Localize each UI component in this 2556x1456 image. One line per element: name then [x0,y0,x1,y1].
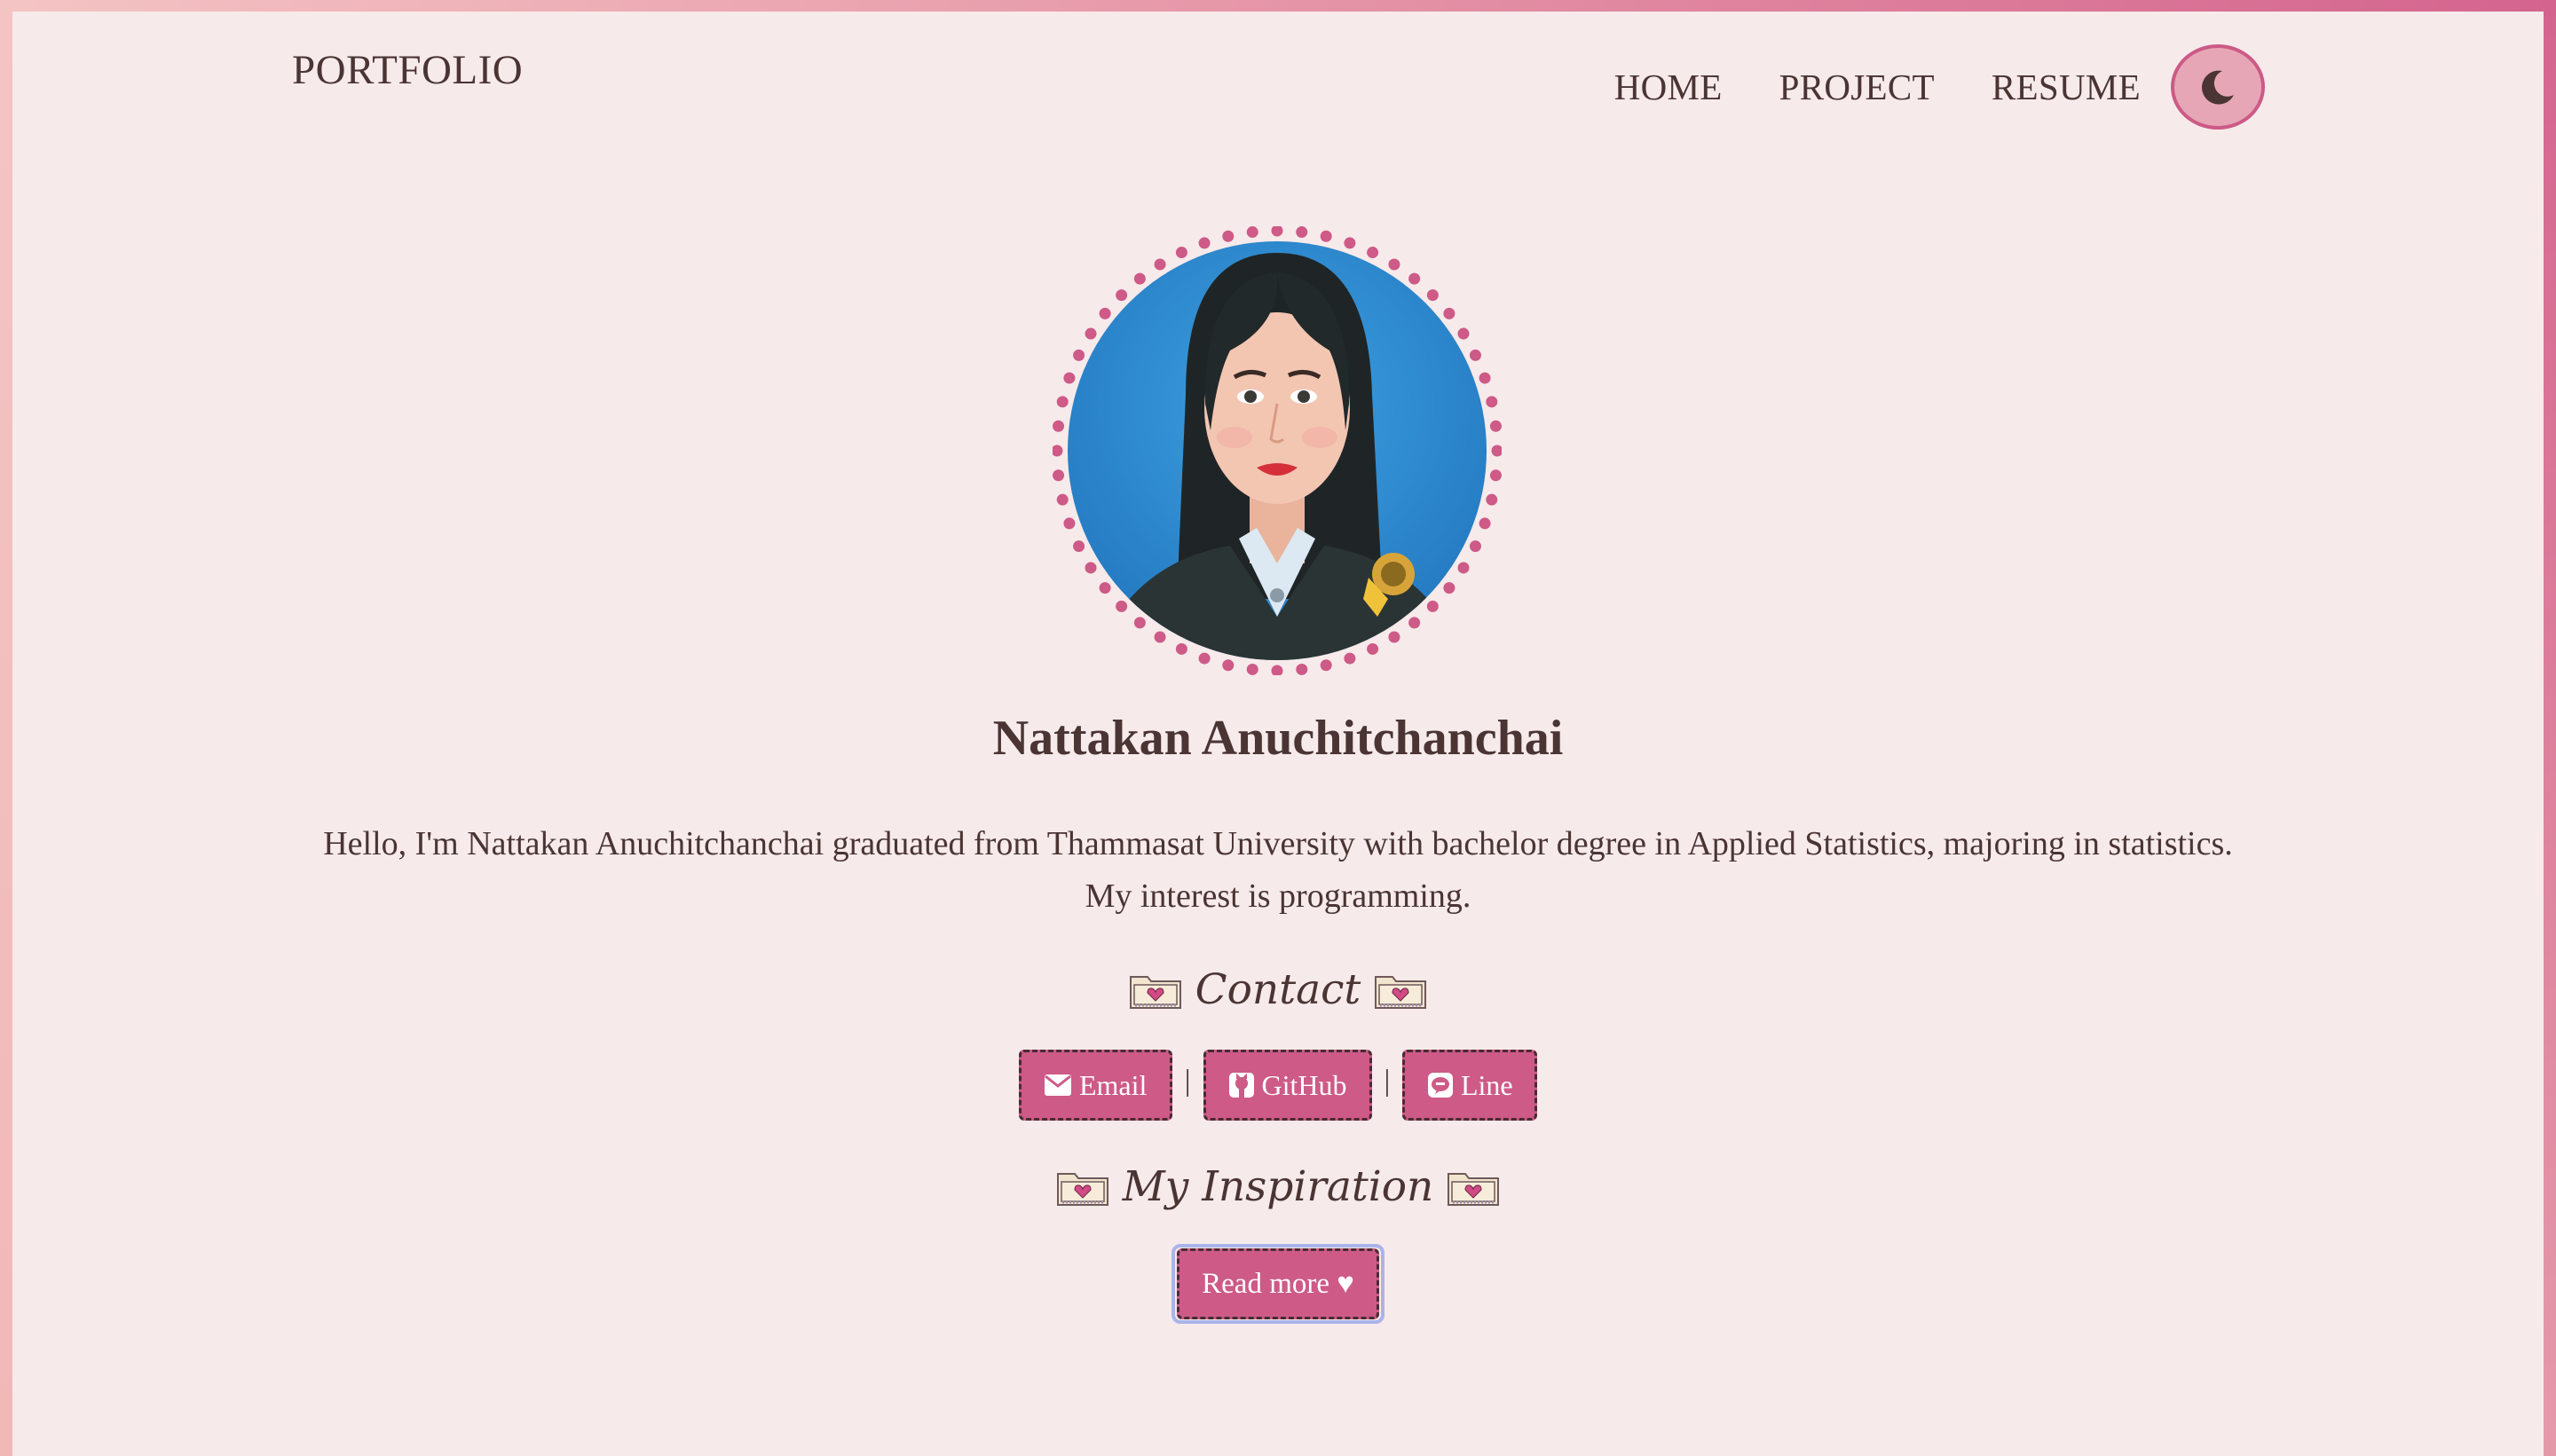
ring-dot [1486,396,1498,408]
line-label: Line [1460,1068,1513,1101]
nav-resume[interactable]: RESUME [1992,66,2141,108]
theme-toggle-button[interactable] [2171,44,2265,130]
ring-dot [1408,617,1421,629]
ring-dot [1344,652,1356,665]
ring-dot [1408,272,1421,285]
ring-dot [1053,420,1065,432]
line-button[interactable]: Line [1402,1050,1538,1121]
separator: | [1184,1065,1191,1098]
ring-dot [1489,469,1502,482]
separator: | [1384,1065,1391,1098]
inspiration-title-text: My Inspiration [1122,1162,1434,1211]
ring-dot [1175,642,1187,655]
love-letter-icon [1055,1167,1110,1208]
ring-dot [1222,659,1235,672]
email-label: Email [1078,1068,1148,1101]
love-letter-icon [1128,970,1183,1011]
ring-dot [1486,493,1498,506]
ring-dot [1085,327,1097,340]
ring-dot [1426,289,1439,302]
ring-dot [1489,420,1502,432]
ring-dot [1198,237,1211,249]
nav-home[interactable]: HOME [1614,66,1723,108]
ring-dot [1099,582,1111,594]
ring-dot [1271,226,1283,237]
ring-dot [1344,237,1356,249]
ring-dot [1175,247,1187,259]
ring-dot [1154,631,1166,643]
ring-dot [1457,327,1470,340]
ring-dot [1469,349,1481,361]
ring-dot [1222,230,1235,242]
ring-dot [1246,226,1258,239]
inspiration-heading: My Inspiration [0,1162,2556,1211]
love-letter-icon [1446,1167,1501,1208]
ring-dot [1073,349,1085,361]
read-more-button[interactable]: Read more ♥ [1177,1248,1379,1319]
ring-dot [1198,652,1211,665]
ring-dot [1063,517,1076,530]
ring-dot [1320,230,1332,242]
ring-dot [1246,663,1258,675]
profile-avatar [1053,226,1502,675]
top-gradient-border [0,0,2556,12]
profile-name: Nattakan Anuchitchanchai [992,711,1564,766]
ring-dot [1469,540,1481,553]
envelope-icon [1044,1074,1072,1097]
main-nav: HOME PROJECT RESUME [1614,44,2265,130]
nav-project[interactable]: PROJECT [1779,66,1935,108]
ring-dot [1479,372,1491,384]
ring-dot [1443,307,1456,319]
love-letter-icon [1373,970,1428,1011]
ring-dot [1053,445,1063,457]
ring-dot [1367,247,1379,259]
github-icon [1228,1072,1255,1098]
ring-dot [1053,469,1065,482]
ring-dot [1116,600,1128,612]
ring-dot [1271,665,1283,675]
ring-dot [1491,445,1502,457]
ring-dot [1320,659,1332,672]
contact-heading: Contact [0,965,2556,1014]
github-label: GitHub [1261,1068,1347,1101]
ring-dot [1296,663,1308,675]
ring-dot [1133,617,1146,629]
ring-dot [1443,582,1456,594]
profile-bio: Hello, I'm Nattakan Anuchitchanchai grad… [323,825,2233,915]
ring-dot [1426,600,1439,612]
ring-dot [1099,307,1111,319]
ring-dot [1085,562,1097,574]
ring-dot [1388,258,1400,271]
ring-dot [1388,631,1400,643]
contact-buttons: Email | GitHub | Line [0,1050,2556,1121]
github-button[interactable]: GitHub [1203,1050,1372,1121]
email-button[interactable]: Email [1018,1050,1172,1121]
ring-dot [1133,272,1146,285]
ring-dot [1296,226,1308,239]
contact-title-text: Contact [1195,965,1361,1014]
ring-dot [1056,493,1069,506]
ring-dot [1063,372,1076,384]
ring-dot [1056,396,1069,408]
brand-logo-link[interactable]: PORTFOLIO [292,46,523,94]
ring-dot [1073,540,1085,553]
ring-dot [1479,517,1491,530]
ring-dot [1116,289,1128,302]
ring-dot [1154,258,1166,271]
ring-dot [1367,642,1379,655]
moon-icon [2201,70,2234,105]
ring-dot [1457,562,1470,574]
read-more-focus-ring: Read more ♥ [1172,1244,1384,1324]
line-icon [1427,1072,1454,1098]
